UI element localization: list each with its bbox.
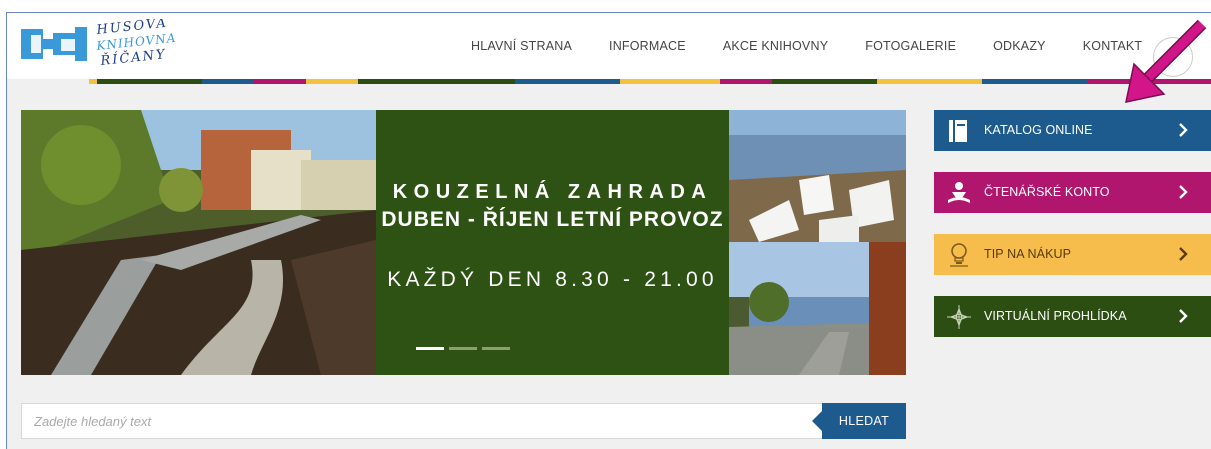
page-frame: HUSOVA KNIHOVNA ŘÍČANY HLAVNÍ STRANA INF… [6,12,1211,449]
hledat-label: HLEDAT [838,414,890,428]
stripe-segment [1087,79,1211,84]
nav-item-kontakt[interactable]: KONTAKT [1083,39,1143,53]
lightbulb-icon [950,243,968,267]
stripe-segment [254,79,306,84]
chevron-right-icon [1179,247,1188,261]
stripe-segment [463,79,515,84]
katalog-online-label: KATALOG ONLINE [984,123,1093,137]
slider-dots [416,347,515,350]
stripe-segment [97,79,202,84]
quick-links: KATALOG ONLINE ČTENÁŘSKÉ KONTO TIP NA NÁ… [934,110,1211,358]
stripe-segment [202,79,254,84]
stripe-segment [877,79,982,84]
tip-na-nakup-label: TIP NA NÁKUP [984,247,1072,261]
stripe-segment [720,79,772,84]
pond-chairs-photo [729,110,906,242]
ctenarske-konto-label: ČTENÁŘSKÉ KONTO [984,185,1110,199]
hero-slider[interactable]: KOUZELNÁ ZAHRADA DUBEN - ŘÍJEN LETNÍ PRO… [21,110,906,375]
stripe-segment [89,79,97,84]
tip-na-nakup-button[interactable]: TIP NA NÁKUP [934,234,1211,275]
nav-item-hlavni-strana[interactable]: HLAVNÍ STRANA [471,39,572,53]
slider-dot-3[interactable] [482,347,510,350]
stripe-segment [358,79,463,84]
katalog-online-button[interactable]: KATALOG ONLINE [934,110,1211,151]
header-search-icon[interactable] [1153,37,1193,77]
nav-item-fotogalerie[interactable]: FOTOGALERIE [865,39,956,53]
stripe-segment [306,79,358,84]
slide-title-line1: KOUZELNÁ ZAHRADA [392,181,713,203]
ctenarske-konto-button[interactable]: ČTENÁŘSKÉ KONTO [934,172,1211,213]
compass-icon [947,305,971,329]
stripe-segment [515,79,620,84]
nav-item-odkazy[interactable]: ODKAZY [993,39,1046,53]
hledat-button[interactable]: HLEDAT [812,403,906,439]
chevron-right-icon [1179,123,1188,137]
slide-text-panel: KOUZELNÁ ZAHRADA DUBEN - ŘÍJEN LETNÍ PRO… [376,110,729,375]
garden-path-photo [21,110,376,375]
book-icon [949,120,967,142]
reader-icon [948,182,970,203]
nav-item-akce-knihovny[interactable]: AKCE KNIHOVNY [723,39,828,53]
color-stripe [89,79,1211,84]
slider-dot-2[interactable] [449,347,477,350]
site-header: HUSOVA KNIHOVNA ŘÍČANY HLAVNÍ STRANA INF… [7,13,1211,84]
virtualni-prohlidka-button[interactable]: VIRTUÁLNÍ PROHLÍDKA [934,296,1211,337]
search-bar: HLEDAT [21,403,906,439]
search-input[interactable] [22,404,812,438]
chevron-right-icon [1179,185,1188,199]
main-nav: HLAVNÍ STRANA INFORMACE AKCE KNIHOVNY FO… [471,13,1179,79]
slider-dot-1[interactable] [416,347,444,350]
library-logo[interactable]: HUSOVA KNIHOVNA ŘÍČANY [17,19,207,73]
stripe-segment [982,79,1087,84]
chevron-right-icon [1179,309,1188,323]
nav-item-informace[interactable]: INFORMACE [609,39,686,53]
slide-title-line3: KAŽDÝ DEN 8.30 - 21.00 [387,268,718,291]
stripe-segment [772,79,877,84]
search-button-notch [812,411,822,431]
virtualni-prohlidka-label: VIRTUÁLNÍ PROHLÍDKA [984,309,1127,323]
slide-title-line2: DUBEN - ŘÍJEN LETNÍ PROVOZ [381,208,724,231]
lake-park-photo [729,242,906,375]
stripe-segment [620,79,720,84]
